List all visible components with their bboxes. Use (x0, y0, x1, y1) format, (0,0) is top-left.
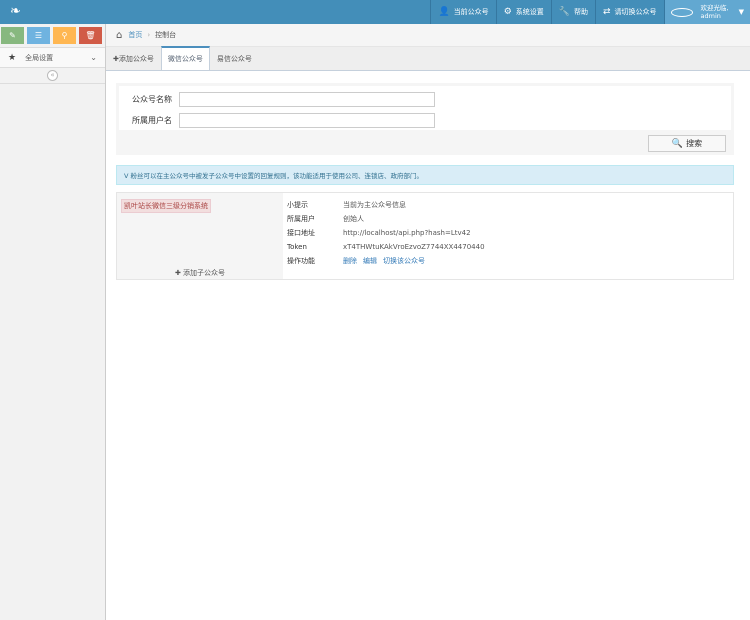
account-name-label: 公众号名称 (132, 95, 172, 104)
sidebar-collapse-bar: « (0, 68, 105, 84)
owner-name-input[interactable] (179, 113, 435, 128)
user-icon: 👤 (438, 7, 450, 17)
info-alert: V 粉丝可以在主公众号中被发子公众号中设置的回复规则，该功能适用于使用公司、连锁… (116, 165, 734, 185)
user-menu[interactable]: 欢迎光临, admin ▼ (663, 0, 750, 24)
owner-name-label: 所属用户名 (132, 116, 172, 125)
tab-bar: ✚ 添加公众号 微信公众号 易信公众号 (106, 46, 750, 71)
nav-help[interactable]: 🔧 帮助 (550, 0, 595, 24)
form-row-account-name: 公众号名称 (119, 92, 737, 107)
top-navbar: ❧ 👤 当前公众号 ⚙ 系统设置 🔧 帮助 ⇄ 请切换公众号 欢迎光临, adm… (0, 0, 750, 24)
breadcrumb: ⌂ 首页 › 控制台 (106, 24, 750, 47)
chevron-down-icon: ⌄ (90, 53, 97, 62)
detail-row-operations: 操作功能 删除 编辑 切换该公众号 (287, 256, 425, 266)
detail-row: 小提示 当前为主公众号信息 (287, 201, 406, 209)
nav-system-settings[interactable]: ⚙ 系统设置 (495, 0, 551, 24)
caret-down-icon: ▼ (738, 8, 744, 16)
sidebar-item-global-settings[interactable]: ★ 全局设置 ⌄ (0, 48, 105, 68)
user-greeting: 欢迎光临, (700, 4, 729, 12)
edit-link[interactable]: 编辑 (363, 256, 377, 266)
search-icon[interactable]: ⚲ (53, 27, 76, 44)
form-row-owner-name: 所属用户名 (119, 113, 737, 128)
navbar-menu: 👤 当前公众号 ⚙ 系统设置 🔧 帮助 ⇄ 请切换公众号 欢迎光临, admin… (430, 0, 750, 24)
switch-account-link[interactable]: 切换该公众号 (383, 256, 425, 266)
add-sub-account-link[interactable]: ✚ 添加子公众号 (117, 268, 283, 278)
account-card-left: 凯叶站长微信三级分销系统 ✚ 添加子公众号 (117, 193, 283, 279)
tab-yixin-accounts[interactable]: 易信公众号 (211, 48, 258, 70)
tab-wechat-accounts[interactable]: 微信公众号 (160, 46, 210, 70)
nav-switch-account[interactable]: ⇄ 请切换公众号 (594, 0, 664, 24)
account-details: 小提示 当前为主公众号信息 所属用户 创始人 接口地址 http://local… (287, 198, 727, 268)
sidebar-shortcuts: ✎ ☰ ⚲ 🗑 (0, 24, 105, 48)
account-card: 凯叶站长微信三级分销系统 ✚ 添加子公众号 小提示 当前为主公众号信息 所属用户… (116, 192, 734, 280)
nav-current-account[interactable]: 👤 当前公众号 (430, 0, 495, 24)
user-name: admin (700, 12, 721, 20)
home-icon: ⌂ (116, 29, 123, 41)
search-icon: 🔍 (671, 138, 684, 149)
collapse-icon[interactable]: « (47, 70, 58, 81)
trash-icon[interactable]: 🗑 (79, 27, 102, 44)
account-name-input[interactable] (179, 92, 435, 107)
tab-add-account[interactable]: ✚ 添加公众号 (107, 48, 160, 70)
search-form: 公众号名称 所属用户名 (119, 86, 731, 130)
detail-row: 所属用户 创始人 (287, 215, 364, 223)
avatar (670, 7, 693, 17)
search-button[interactable]: 🔍 搜索 (648, 135, 726, 152)
breadcrumb-separator: › (147, 31, 151, 39)
wrench-icon: 🔧 (558, 7, 570, 17)
delete-link[interactable]: 删除 (343, 256, 357, 266)
plus-icon: ✚ (174, 269, 181, 277)
detail-row: Token xT4THWtuKAkVroEzvoZ7744XX4470440 (287, 243, 485, 251)
leaf-icon[interactable]: ❧ (10, 5, 26, 19)
account-name-badge[interactable]: 凯叶站长微信三级分销系统 (121, 199, 211, 213)
sidebar: ✎ ☰ ⚲ 🗑 ★ 全局设置 ⌄ « (0, 24, 106, 620)
gear-icon: ⚙ (503, 7, 512, 17)
breadcrumb-current: 控制台 (155, 31, 177, 39)
exchange-icon: ⇄ (602, 7, 611, 17)
search-panel: 公众号名称 所属用户名 🔍 搜索 (116, 83, 734, 155)
star-icon: ★ (8, 52, 17, 63)
pencil-icon[interactable]: ✎ (1, 27, 24, 44)
detail-row: 接口地址 http://localhost/api.php?hash=Ltv42 (287, 229, 471, 237)
list-icon[interactable]: ☰ (27, 27, 50, 44)
breadcrumb-home[interactable]: 首页 (128, 30, 142, 40)
